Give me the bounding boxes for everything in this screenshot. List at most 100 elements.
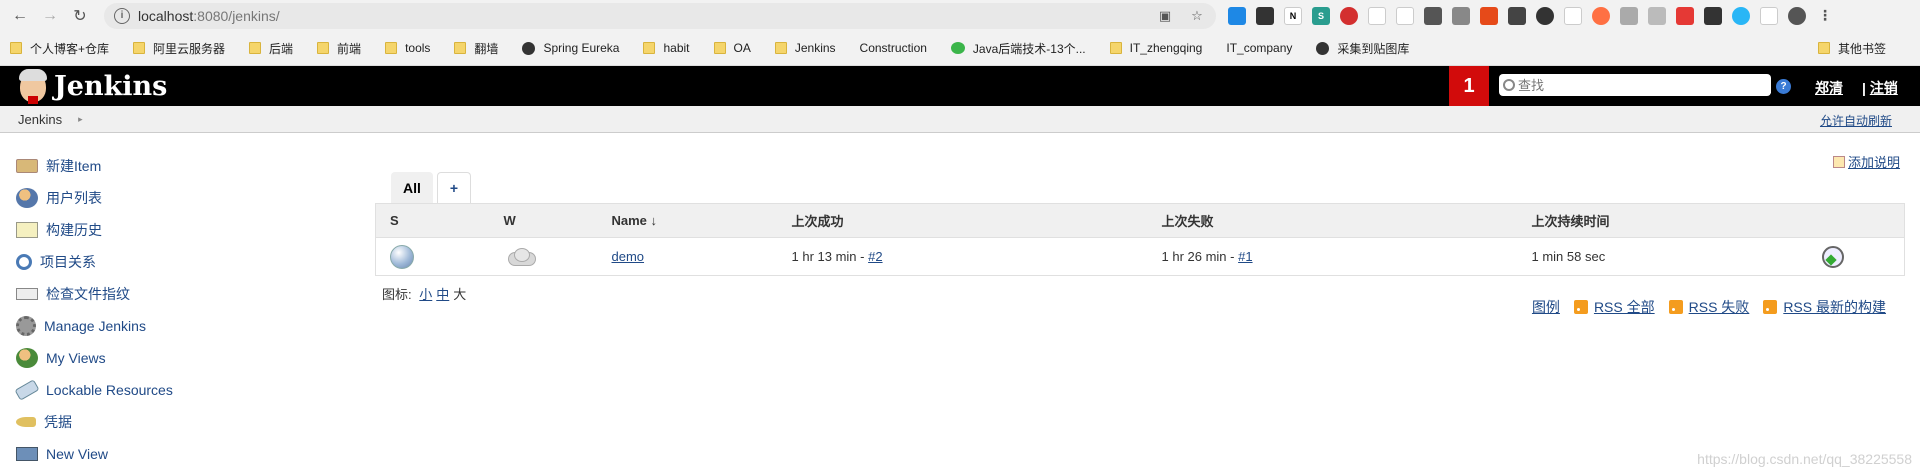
- icon-size-medium[interactable]: 中: [436, 287, 449, 302]
- side-item-build-history[interactable]: 构建历史: [16, 214, 296, 246]
- bookmarks-bar: 个人博客+仓库 阿里云服务器 后端 前端 tools 翻墙 Spring Eureka hab…: [0, 31, 1920, 66]
- rss-icon: [1668, 300, 1683, 314]
- add-description-link[interactable]: 添加说明: [1833, 152, 1900, 171]
- bookmark-item[interactable]: OA: [713, 41, 751, 55]
- bookmark-item[interactable]: 前端: [317, 40, 361, 57]
- extension-icon[interactable]: [1620, 6, 1638, 25]
- qr-icon[interactable]: [1424, 6, 1442, 25]
- extension-icon[interactable]: [1704, 6, 1722, 25]
- job-link-demo[interactable]: demo: [612, 249, 645, 264]
- search-input[interactable]: [1518, 77, 1771, 93]
- bookmark-item[interactable]: tools: [385, 41, 430, 55]
- col-status[interactable]: S: [375, 203, 490, 238]
- legend-link[interactable]: 图例: [1532, 297, 1560, 317]
- extension-icon[interactable]: [1760, 6, 1778, 25]
- bookmark-item[interactable]: 个人博客+仓库: [10, 40, 109, 57]
- chevron-right-icon[interactable]: ▸: [78, 114, 83, 125]
- bookmark-item[interactable]: 采集到贴图库: [1316, 40, 1409, 57]
- extension-icon[interactable]: [1480, 6, 1498, 25]
- extension-icon[interactable]: [1228, 6, 1246, 25]
- status-ball-icon: [390, 244, 414, 269]
- bookmark-item[interactable]: IT_company: [1226, 41, 1292, 55]
- last-success-build-link[interactable]: #2: [868, 249, 882, 264]
- enable-autorefresh-link[interactable]: 允许自动刷新: [1820, 112, 1892, 129]
- rss-latest-link[interactable]: RSS 最新的构建: [1763, 297, 1886, 317]
- user-link[interactable]: 郑清: [1815, 78, 1843, 98]
- tab-add-view[interactable]: +: [436, 172, 472, 203]
- bookmark-item[interactable]: Construction: [860, 41, 927, 55]
- side-item-lockable-resources[interactable]: Lockable Resources: [14, 374, 296, 406]
- extension-icon[interactable]: [1564, 6, 1582, 25]
- extension-icon[interactable]: [1732, 6, 1750, 25]
- col-last-success[interactable]: 上次成功: [777, 203, 1148, 238]
- extension-icon[interactable]: [1452, 6, 1470, 25]
- bookmark-item[interactable]: 阿里云服务器: [133, 40, 225, 57]
- adblock-icon[interactable]: [1340, 6, 1358, 25]
- breadcrumb-jenkins[interactable]: Jenkins: [18, 112, 62, 127]
- side-item-new-item[interactable]: 新建Item: [16, 150, 296, 182]
- users-icon: [16, 188, 38, 208]
- jenkins-logo[interactable]: Jenkins: [16, 68, 167, 104]
- extension-icon[interactable]: [1536, 6, 1554, 25]
- extension-icon[interactable]: [1676, 6, 1694, 25]
- butler-icon: [16, 68, 50, 104]
- extension-icon[interactable]: [1256, 6, 1274, 25]
- extension-icon[interactable]: [1648, 6, 1666, 25]
- side-item-new-view[interactable]: New View: [16, 438, 296, 470]
- new-item-icon: [16, 159, 38, 173]
- reload-icon[interactable]: ↻: [68, 4, 92, 28]
- gear-icon: [16, 316, 36, 336]
- address-bar[interactable]: i localhost:8080/jenkins/ ▣ ☆: [104, 2, 1216, 29]
- extension-icon[interactable]: [1508, 6, 1526, 25]
- star-icon[interactable]: ☆: [1188, 7, 1206, 25]
- folder-icon: [249, 42, 262, 54]
- rss-icon: [1763, 300, 1778, 314]
- schedule-build-icon[interactable]: [1821, 245, 1844, 268]
- side-item-manage-jenkins[interactable]: Manage Jenkins: [16, 310, 296, 342]
- bookmark-item[interactable]: habit: [643, 41, 690, 55]
- info-icon[interactable]: i: [114, 7, 130, 24]
- col-weather[interactable]: W: [489, 203, 598, 238]
- folder-icon: [454, 42, 467, 54]
- search-box[interactable]: [1499, 74, 1771, 96]
- bookmark-item[interactable]: Spring Eureka: [522, 41, 619, 55]
- bookmark-item[interactable]: IT_zhengqing: [1109, 41, 1202, 55]
- extension-icon[interactable]: [1396, 6, 1414, 25]
- side-item-credentials[interactable]: 凭据: [16, 406, 296, 438]
- rss-icon: [1573, 300, 1588, 314]
- tab-all[interactable]: All: [391, 172, 433, 203]
- bookmark-item[interactable]: 翻墙: [454, 40, 498, 57]
- url-text[interactable]: localhost:8080/jenkins/: [138, 8, 1142, 24]
- side-item-fingerprint[interactable]: 检查文件指纹: [16, 278, 296, 310]
- bookmark-item[interactable]: 后端: [249, 40, 293, 57]
- extension-icon[interactable]: S: [1312, 6, 1330, 25]
- forward-icon[interactable]: →: [38, 4, 62, 28]
- bookmark-item[interactable]: Java后端技术-13个...: [950, 40, 1086, 57]
- extension-icon[interactable]: [1592, 6, 1610, 25]
- translate-icon[interactable]: ▣: [1156, 7, 1174, 25]
- side-item-users[interactable]: 用户列表: [16, 182, 296, 214]
- icon-size-small[interactable]: 小: [419, 287, 432, 302]
- icon-size-selector: 图标: 小中大: [382, 287, 467, 302]
- profile-avatar-icon[interactable]: [1788, 6, 1806, 25]
- table-row: demo 1 hr 13 min - #2 1 hr 26 min - #1 1…: [375, 237, 1905, 276]
- last-failure-build-link[interactable]: #1: [1238, 249, 1252, 264]
- extension-icon[interactable]: [1368, 6, 1386, 25]
- side-item-project-relations[interactable]: 项目关系: [16, 246, 296, 278]
- col-name[interactable]: Name ↓: [597, 203, 778, 238]
- rss-all-link[interactable]: RSS 全部: [1573, 297, 1655, 317]
- back-icon[interactable]: ←: [8, 4, 32, 28]
- col-last-duration[interactable]: 上次持续时间: [1517, 203, 1808, 238]
- last-failure-cell: 1 hr 26 min - #1: [1147, 237, 1518, 276]
- side-item-my-views[interactable]: My Views: [16, 342, 296, 374]
- folder-icon: [133, 42, 146, 54]
- menu-icon[interactable]: ⋮: [1816, 7, 1834, 25]
- rss-failed-link[interactable]: RSS 失败: [1668, 297, 1749, 317]
- help-icon[interactable]: ?: [1776, 79, 1791, 94]
- col-last-failure[interactable]: 上次失败: [1147, 203, 1518, 238]
- bookmark-item[interactable]: Jenkins: [774, 41, 836, 55]
- build-queue-count[interactable]: 1: [1449, 66, 1489, 106]
- logout-link[interactable]: | 注销: [1862, 78, 1898, 98]
- other-bookmarks[interactable]: 其他书签: [1817, 40, 1886, 57]
- extension-icon[interactable]: N: [1284, 6, 1302, 25]
